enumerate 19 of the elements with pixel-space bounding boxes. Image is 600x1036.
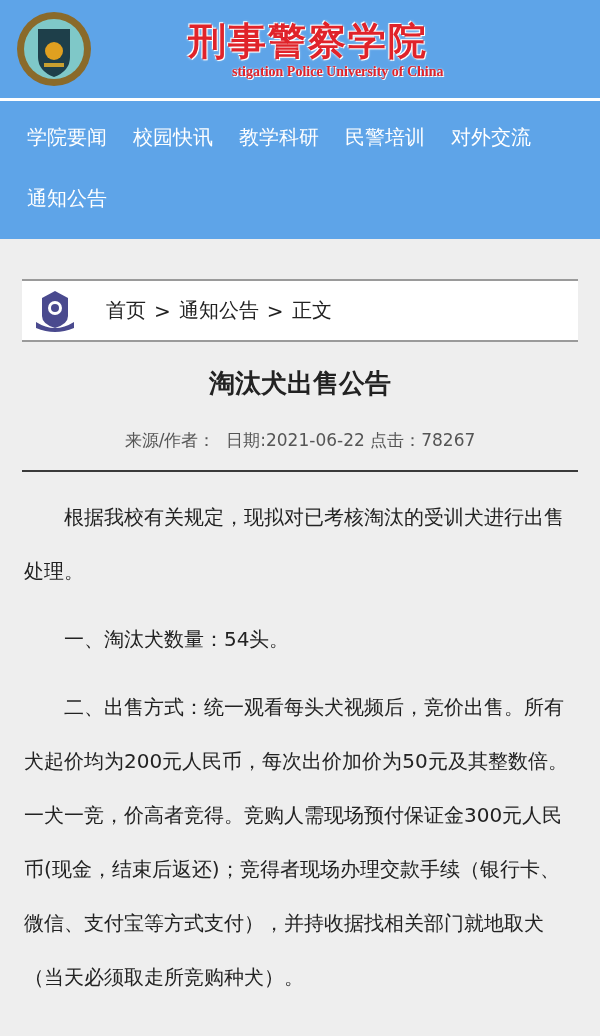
article-paragraph: 根据我校有关规定，现拟对已考核淘汰的受训犬进行出售处理。 — [24, 504, 565, 585]
breadcrumb-link[interactable]: 首页 — [106, 297, 146, 324]
nav-link[interactable]: 民警培训 — [332, 107, 438, 168]
nav-link[interactable]: 教学科研 — [226, 107, 332, 168]
breadcrumb-separator: > — [154, 298, 171, 323]
nav-link[interactable]: 通知公告 — [14, 168, 120, 229]
nav-link[interactable]: 学院要闻 — [14, 107, 120, 168]
breadcrumb-link[interactable]: 正文 — [291, 297, 332, 324]
article-paragraph: 二、出售方式：统一观看每头犬视频后，竞价出售。所有犬起价均为200元人民币，每次出价加价为50元及其整数倍。一犬一竞，价高者竞得。竞购人需现场预付保证金300元人民币(现金，结束后返还)；竞得者现场办理交款手续（银行卡、微信、支付宝等方式支付），并持收据找相关部门就地取犬（当天必须取走所竞购种犬）。 — [24, 694, 569, 991]
nav-link[interactable]: 对外交流 — [438, 107, 544, 168]
site-title: 刑事警察学院 — [187, 18, 428, 64]
police-emblem-icon — [16, 11, 92, 87]
breadcrumb-separator: > — [266, 298, 284, 323]
breadcrumb-link[interactable]: 通知公告 — [178, 297, 259, 324]
nav-link[interactable]: 校园快讯 — [120, 107, 226, 168]
article-meta: 来源/作者： 日期:2021-06-22 点击：78267 — [123, 429, 477, 452]
article-title: 淘汰犬出售公告 — [208, 367, 392, 400]
article-paragraph: 一、淘汰犬数量：54头。 — [63, 626, 291, 653]
site-subtitle: stigation Police University of China — [232, 63, 444, 80]
